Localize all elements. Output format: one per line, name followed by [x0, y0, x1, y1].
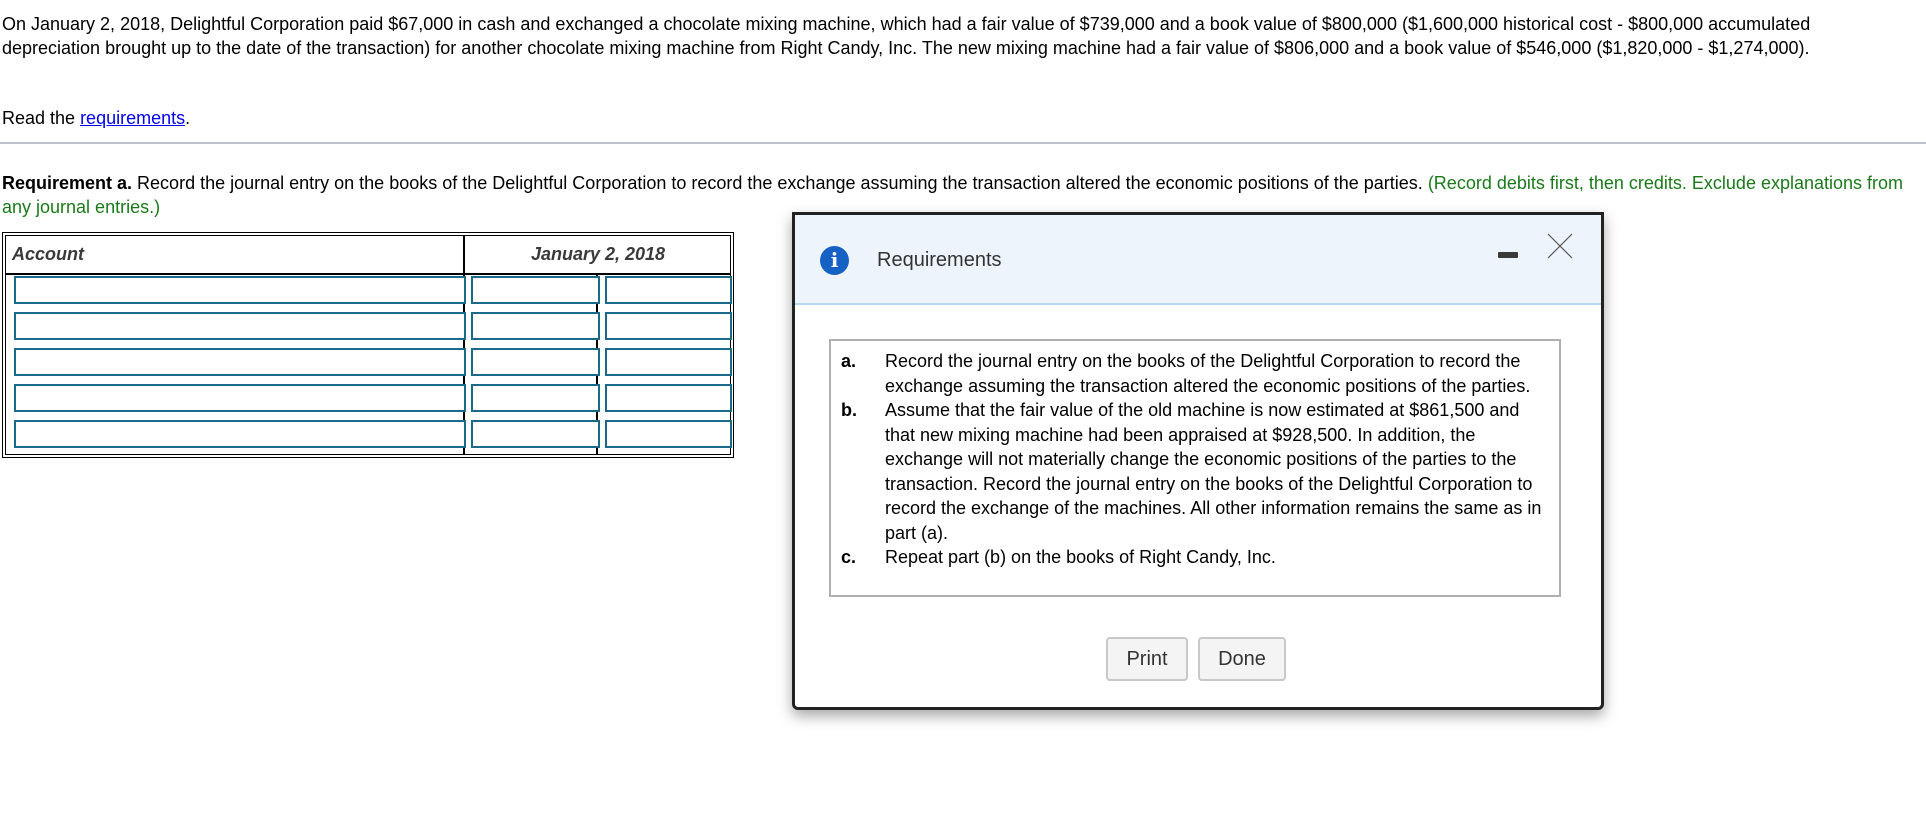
- read-requirements-prefix: Read the: [2, 108, 81, 128]
- read-requirements-line: Read the requirements.: [2, 106, 190, 130]
- section-divider: [0, 142, 1926, 144]
- journal-header-row: Account January 2, 2018: [6, 236, 730, 275]
- requirement-text: Repeat part (b) on the books of Right Ca…: [885, 547, 1276, 567]
- requirement-item: c. Repeat part (b) on the books of Right…: [841, 545, 1547, 570]
- requirements-link[interactable]: requirements: [80, 108, 185, 128]
- requirement-a-label: Requirement a.: [2, 173, 133, 193]
- debit-input[interactable]: [471, 420, 600, 448]
- journal-row: [6, 381, 732, 417]
- problem-statement: On January 2, 2018, Delightful Corporati…: [2, 14, 1811, 58]
- done-button[interactable]: Done: [1198, 637, 1286, 681]
- print-button[interactable]: Print: [1106, 637, 1188, 681]
- account-input[interactable]: [14, 384, 466, 412]
- debit-input[interactable]: [471, 348, 600, 376]
- requirement-text: Assume that the fair value of the old ma…: [885, 400, 1542, 543]
- requirement-item: a. Record the journal entry on the books…: [841, 349, 1547, 398]
- requirement-letter: b.: [841, 400, 857, 420]
- debit-input[interactable]: [471, 276, 600, 304]
- close-icon: [1547, 233, 1573, 259]
- journal-row: [6, 309, 732, 345]
- account-input[interactable]: [14, 312, 466, 340]
- minimize-icon: [1498, 252, 1518, 258]
- requirement-a-text: Record the journal entry on the books of…: [132, 173, 1428, 193]
- read-requirements-suffix: .: [185, 108, 191, 128]
- credit-input[interactable]: [605, 384, 732, 412]
- date-column-header: January 2, 2018: [530, 244, 666, 264]
- account-input[interactable]: [14, 276, 466, 304]
- close-button[interactable]: [1547, 233, 1573, 259]
- debit-input[interactable]: [471, 312, 600, 340]
- account-column-header: Account: [12, 244, 84, 264]
- requirements-list: a. Record the journal entry on the books…: [829, 339, 1561, 597]
- info-icon: i: [820, 246, 849, 275]
- requirements-dialog: i Requirements a. Record the journal ent…: [792, 212, 1604, 710]
- requirement-letter: a.: [841, 351, 857, 371]
- journal-row: [6, 273, 732, 309]
- account-input[interactable]: [14, 420, 466, 448]
- credit-input[interactable]: [605, 348, 732, 376]
- minimize-button[interactable]: [1498, 251, 1520, 259]
- journal-row: [6, 417, 732, 453]
- debit-input[interactable]: [471, 384, 600, 412]
- journal-row: [6, 345, 732, 381]
- dialog-header: i Requirements: [795, 215, 1601, 305]
- requirement-text: Record the journal entry on the books of…: [885, 351, 1531, 396]
- requirement-item: b. Assume that the fair value of the old…: [841, 398, 1547, 545]
- requirement-letter: c.: [841, 547, 857, 567]
- journal-entry-table: Account January 2, 2018: [2, 232, 734, 458]
- account-input[interactable]: [14, 348, 466, 376]
- credit-input[interactable]: [605, 420, 732, 448]
- credit-input[interactable]: [605, 312, 732, 340]
- credit-input[interactable]: [605, 276, 732, 304]
- dialog-title: Requirements: [877, 249, 1002, 271]
